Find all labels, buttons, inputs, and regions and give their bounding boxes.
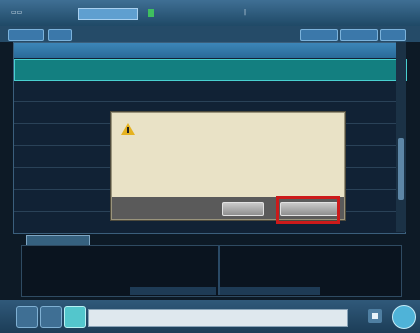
toolbar-button-4[interactable] [340, 29, 378, 41]
menu-button[interactable] [16, 306, 38, 328]
title-divider: | [244, 9, 247, 16]
app-logo: ▭▭ [11, 9, 23, 16]
scrollbar-thumb[interactable] [398, 138, 404, 200]
table-row-selected[interactable] [14, 59, 407, 81]
toolbar-button-5[interactable] [380, 29, 406, 41]
table-row[interactable] [14, 81, 405, 102]
bottom-bar [0, 300, 420, 333]
patient-info-box[interactable] [78, 8, 138, 20]
details-progress-left [130, 287, 216, 295]
warning-icon-mark [127, 127, 129, 133]
stop-icon [372, 313, 378, 319]
toolbar-button-2[interactable] [48, 29, 72, 41]
toolbar-field[interactable] [78, 30, 138, 38]
title-bar: ▭▭ | [0, 0, 420, 26]
table-header [14, 43, 405, 58]
details-progress-right [220, 287, 320, 295]
view-button[interactable] [40, 306, 62, 328]
toolbar-button-3[interactable] [300, 29, 338, 41]
toolbar [0, 26, 420, 42]
highlight-box [276, 196, 340, 224]
stop-button[interactable] [368, 309, 382, 323]
thumbnail-strip[interactable] [88, 309, 348, 327]
toolbar-button-1[interactable] [8, 29, 44, 41]
status-indicator [148, 9, 154, 17]
exposure-button[interactable] [392, 305, 416, 329]
active-view-button[interactable] [64, 306, 86, 328]
table-scrollbar[interactable] [396, 42, 406, 232]
cancel-button[interactable] [222, 202, 264, 216]
